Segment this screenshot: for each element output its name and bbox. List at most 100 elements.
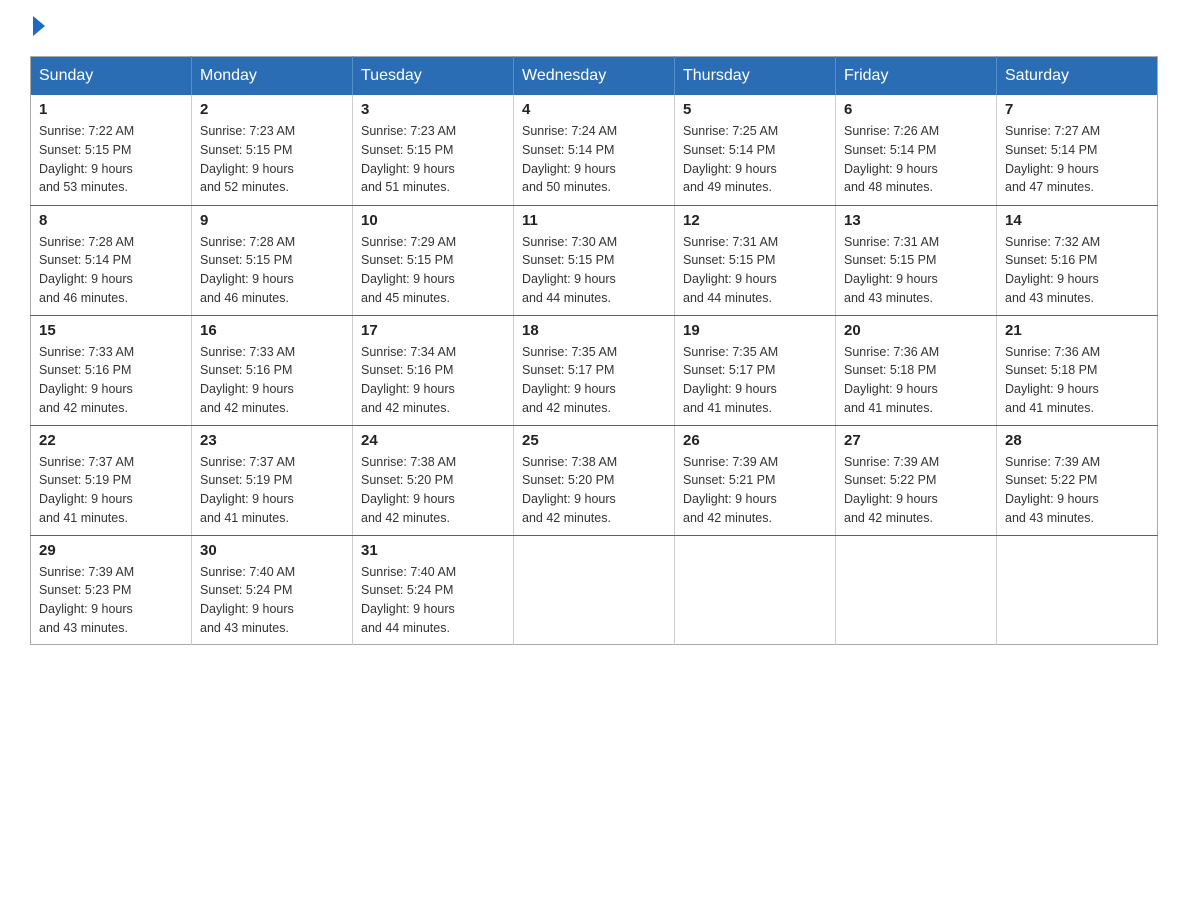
day-number: 11 xyxy=(522,212,666,229)
calendar-day-cell: 18 Sunrise: 7:35 AMSunset: 5:17 PMDayligh… xyxy=(514,315,675,425)
day-info: Sunrise: 7:39 AMSunset: 5:22 PMDaylight:… xyxy=(1005,453,1149,528)
day-number: 10 xyxy=(361,212,505,229)
calendar-day-cell: 29Sunrise: 7:39 AMSunset: 5:23 PMDayligh… xyxy=(31,535,192,644)
day-info: Sunrise: 7:36 AMSunset: 5:18 PMDaylight:… xyxy=(844,343,988,418)
calendar-day-cell: 7 Sunrise: 7:27 AMSunset: 5:14 PMDaylight… xyxy=(997,95,1158,205)
day-info: Sunrise: 7:31 AMSunset: 5:15 PMDaylight:… xyxy=(844,233,988,308)
day-of-week-header: Thursday xyxy=(675,57,836,96)
calendar-day-cell: 25 Sunrise: 7:38 AMSunset: 5:20 PMDayligh… xyxy=(514,425,675,535)
day-info: Sunrise: 7:23 AMSunset: 5:15 PMDaylight:… xyxy=(361,122,505,197)
day-info: Sunrise: 7:28 AMSunset: 5:14 PMDaylight:… xyxy=(39,233,183,308)
day-number: 8 xyxy=(39,212,183,229)
calendar-week-row: 22 Sunrise: 7:37 AMSunset: 5:19 PMDayligh… xyxy=(31,425,1158,535)
day-info: Sunrise: 7:40 AMSunset: 5:24 PMDaylight:… xyxy=(361,563,505,638)
calendar-day-cell: 21 Sunrise: 7:36 AMSunset: 5:18 PMDayligh… xyxy=(997,315,1158,425)
day-number: 3 xyxy=(361,101,505,118)
calendar-day-cell: 30 Sunrise: 7:40 AMSunset: 5:24 PMDayligh… xyxy=(192,535,353,644)
calendar-week-row: 1Sunrise: 7:22 AMSunset: 5:15 PMDaylight… xyxy=(31,95,1158,205)
calendar-week-row: 8 Sunrise: 7:28 AMSunset: 5:14 PMDaylight… xyxy=(31,205,1158,315)
day-info: Sunrise: 7:36 AMSunset: 5:18 PMDaylight:… xyxy=(1005,343,1149,418)
day-info: Sunrise: 7:30 AMSunset: 5:15 PMDaylight:… xyxy=(522,233,666,308)
day-number: 13 xyxy=(844,212,988,229)
day-info: Sunrise: 7:37 AMSunset: 5:19 PMDaylight:… xyxy=(39,453,183,528)
calendar-day-cell: 31 Sunrise: 7:40 AMSunset: 5:24 PMDayligh… xyxy=(353,535,514,644)
calendar-day-cell: 1Sunrise: 7:22 AMSunset: 5:15 PMDaylight… xyxy=(31,95,192,205)
calendar-day-cell: 3 Sunrise: 7:23 AMSunset: 5:15 PMDaylight… xyxy=(353,95,514,205)
day-info: Sunrise: 7:23 AMSunset: 5:15 PMDaylight:… xyxy=(200,122,344,197)
calendar-day-cell xyxy=(675,535,836,644)
calendar-day-cell: 22 Sunrise: 7:37 AMSunset: 5:19 PMDayligh… xyxy=(31,425,192,535)
day-number: 9 xyxy=(200,212,344,229)
day-number: 23 xyxy=(200,432,344,449)
calendar-day-cell: 12Sunrise: 7:31 AMSunset: 5:15 PMDayligh… xyxy=(675,205,836,315)
calendar-day-cell: 19 Sunrise: 7:35 AMSunset: 5:17 PMDayligh… xyxy=(675,315,836,425)
calendar-day-cell: 28 Sunrise: 7:39 AMSunset: 5:22 PMDayligh… xyxy=(997,425,1158,535)
day-info: Sunrise: 7:29 AMSunset: 5:15 PMDaylight:… xyxy=(361,233,505,308)
calendar-day-cell: 16Sunrise: 7:33 AMSunset: 5:16 PMDayligh… xyxy=(192,315,353,425)
day-number: 1 xyxy=(39,101,183,118)
day-number: 31 xyxy=(361,542,505,559)
day-info: Sunrise: 7:39 AMSunset: 5:21 PMDaylight:… xyxy=(683,453,827,528)
day-number: 15 xyxy=(39,322,183,339)
day-number: 6 xyxy=(844,101,988,118)
day-info: Sunrise: 7:26 AMSunset: 5:14 PMDaylight:… xyxy=(844,122,988,197)
day-info: Sunrise: 7:24 AMSunset: 5:14 PMDaylight:… xyxy=(522,122,666,197)
day-info: Sunrise: 7:35 AMSunset: 5:17 PMDaylight:… xyxy=(683,343,827,418)
day-number: 14 xyxy=(1005,212,1149,229)
day-info: Sunrise: 7:33 AMSunset: 5:16 PMDaylight:… xyxy=(39,343,183,418)
day-of-week-header: Friday xyxy=(836,57,997,96)
day-number: 19 xyxy=(683,322,827,339)
day-number: 18 xyxy=(522,322,666,339)
day-info: Sunrise: 7:39 AMSunset: 5:23 PMDaylight:… xyxy=(39,563,183,638)
calendar-day-cell: 23 Sunrise: 7:37 AMSunset: 5:19 PMDayligh… xyxy=(192,425,353,535)
day-info: Sunrise: 7:33 AMSunset: 5:16 PMDaylight:… xyxy=(200,343,344,418)
day-info: Sunrise: 7:34 AMSunset: 5:16 PMDaylight:… xyxy=(361,343,505,418)
calendar-day-cell xyxy=(836,535,997,644)
logo xyxy=(30,20,45,36)
day-info: Sunrise: 7:39 AMSunset: 5:22 PMDaylight:… xyxy=(844,453,988,528)
day-info: Sunrise: 7:38 AMSunset: 5:20 PMDaylight:… xyxy=(522,453,666,528)
calendar-day-cell: 17Sunrise: 7:34 AMSunset: 5:16 PMDayligh… xyxy=(353,315,514,425)
calendar-day-cell: 11 Sunrise: 7:30 AMSunset: 5:15 PMDayligh… xyxy=(514,205,675,315)
day-info: Sunrise: 7:37 AMSunset: 5:19 PMDaylight:… xyxy=(200,453,344,528)
day-info: Sunrise: 7:32 AMSunset: 5:16 PMDaylight:… xyxy=(1005,233,1149,308)
day-number: 28 xyxy=(1005,432,1149,449)
calendar-day-cell: 6 Sunrise: 7:26 AMSunset: 5:14 PMDaylight… xyxy=(836,95,997,205)
calendar-week-row: 15 Sunrise: 7:33 AMSunset: 5:16 PMDayligh… xyxy=(31,315,1158,425)
calendar-day-cell: 24 Sunrise: 7:38 AMSunset: 5:20 PMDayligh… xyxy=(353,425,514,535)
day-info: Sunrise: 7:27 AMSunset: 5:14 PMDaylight:… xyxy=(1005,122,1149,197)
day-info: Sunrise: 7:35 AMSunset: 5:17 PMDaylight:… xyxy=(522,343,666,418)
day-number: 25 xyxy=(522,432,666,449)
calendar-day-cell: 4 Sunrise: 7:24 AMSunset: 5:14 PMDaylight… xyxy=(514,95,675,205)
day-number: 5 xyxy=(683,101,827,118)
logo-arrow-icon xyxy=(33,16,45,36)
calendar-day-cell: 27 Sunrise: 7:39 AMSunset: 5:22 PMDayligh… xyxy=(836,425,997,535)
day-number: 22 xyxy=(39,432,183,449)
calendar-day-cell: 20 Sunrise: 7:36 AMSunset: 5:18 PMDayligh… xyxy=(836,315,997,425)
calendar-day-cell xyxy=(514,535,675,644)
day-of-week-header: Sunday xyxy=(31,57,192,96)
day-number: 24 xyxy=(361,432,505,449)
day-of-week-header: Monday xyxy=(192,57,353,96)
day-info: Sunrise: 7:40 AMSunset: 5:24 PMDaylight:… xyxy=(200,563,344,638)
day-info: Sunrise: 7:25 AMSunset: 5:14 PMDaylight:… xyxy=(683,122,827,197)
calendar-day-cell: 26 Sunrise: 7:39 AMSunset: 5:21 PMDayligh… xyxy=(675,425,836,535)
calendar-day-cell: 13 Sunrise: 7:31 AMSunset: 5:15 PMDayligh… xyxy=(836,205,997,315)
day-info: Sunrise: 7:38 AMSunset: 5:20 PMDaylight:… xyxy=(361,453,505,528)
page-header xyxy=(30,20,1158,36)
days-header-row: SundayMondayTuesdayWednesdayThursdayFrid… xyxy=(31,57,1158,96)
day-number: 21 xyxy=(1005,322,1149,339)
day-of-week-header: Saturday xyxy=(997,57,1158,96)
day-number: 7 xyxy=(1005,101,1149,118)
calendar-day-cell: 15 Sunrise: 7:33 AMSunset: 5:16 PMDayligh… xyxy=(31,315,192,425)
day-number: 30 xyxy=(200,542,344,559)
day-number: 26 xyxy=(683,432,827,449)
calendar-day-cell: 9Sunrise: 7:28 AMSunset: 5:15 PMDaylight… xyxy=(192,205,353,315)
calendar-day-cell: 2Sunrise: 7:23 AMSunset: 5:15 PMDaylight… xyxy=(192,95,353,205)
calendar-day-cell xyxy=(997,535,1158,644)
day-of-week-header: Wednesday xyxy=(514,57,675,96)
day-number: 20 xyxy=(844,322,988,339)
day-number: 4 xyxy=(522,101,666,118)
calendar-day-cell: 10 Sunrise: 7:29 AMSunset: 5:15 PMDayligh… xyxy=(353,205,514,315)
day-number: 27 xyxy=(844,432,988,449)
